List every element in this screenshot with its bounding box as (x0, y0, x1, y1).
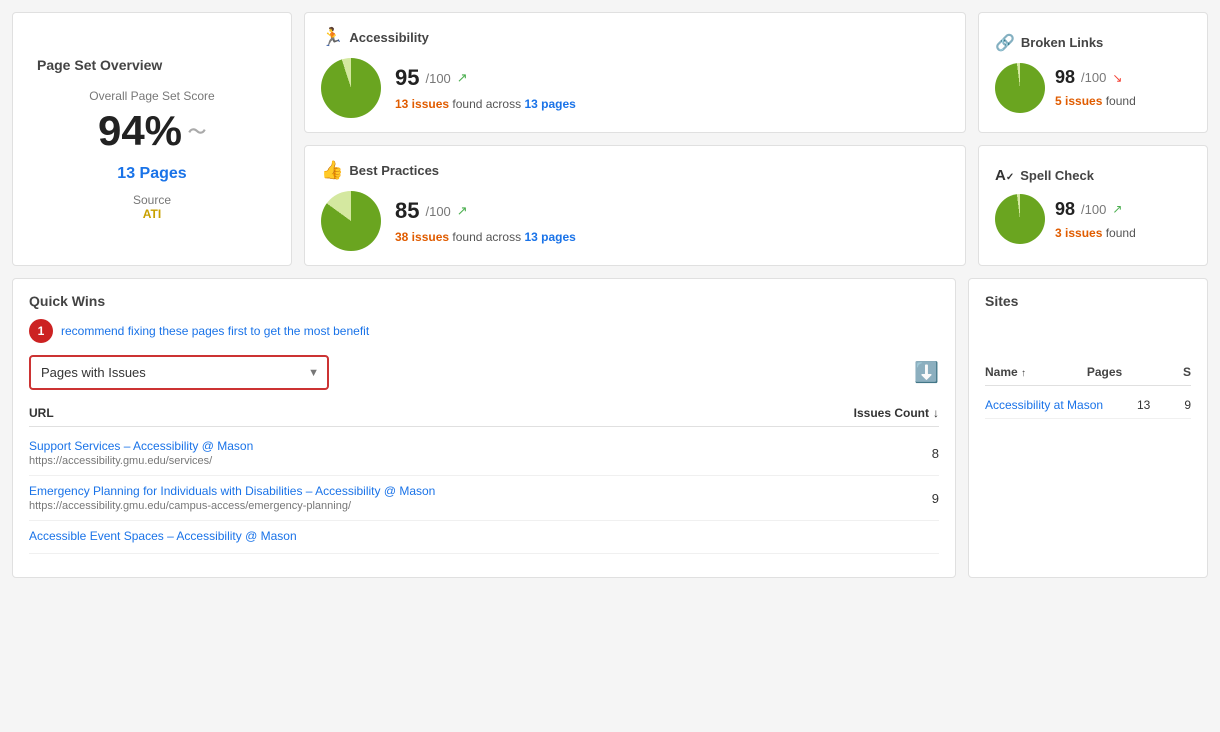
accessibility-title: Accessibility (349, 30, 429, 45)
sites-title: Sites (985, 293, 1191, 309)
table-header: URL Issues Count ↓ (29, 406, 939, 427)
quick-wins-card: Quick Wins 1 recommend fixing these page… (12, 278, 956, 578)
table-row: Emergency Planning for Individuals with … (29, 476, 939, 521)
accessibility-detail: 13 issues found across 13 pages (395, 97, 576, 111)
spell-check-score-max: /100 (1081, 202, 1106, 217)
sites-row: Accessibility at Mason 13 9 (985, 392, 1191, 419)
col-url-header: URL (29, 406, 54, 420)
spell-check-score: 98 (1055, 199, 1075, 220)
spell-check-info: 98 /100 ↗ 3 issues found (1055, 199, 1136, 240)
broken-links-title: Broken Links (1021, 35, 1103, 50)
accessibility-icon: 🏃 (321, 27, 343, 48)
broken-links-score: 98 (1055, 67, 1075, 88)
best-practices-score-max: /100 (425, 204, 450, 219)
best-practices-info: 85 /100 ↗ 38 issues found across 13 page… (395, 198, 576, 244)
accessibility-info: 95 /100 ↗ 13 issues found across 13 page… (395, 65, 576, 111)
badge-row: 1 recommend fixing these pages first to … (29, 319, 939, 343)
row-url: https://accessibility.gmu.edu/services/ (29, 455, 253, 467)
broken-links-circle (995, 63, 1045, 113)
spell-check-trend: ↗ (1112, 202, 1122, 216)
score-trend-icon: 〜 (188, 118, 206, 144)
quick-wins-title: Quick Wins (29, 293, 939, 309)
row-title[interactable]: Emergency Planning for Individuals with … (29, 484, 435, 498)
badge-number: 1 (29, 319, 53, 343)
spell-check-circle (995, 194, 1045, 244)
spell-check-detail: 3 issues found (1055, 226, 1136, 240)
best-practices-card: 👍 Best Practices 85 /100 ↗ 38 (304, 145, 966, 266)
broken-links-card: 🔗 Broken Links 98 /100 ↘ 5 iss (978, 12, 1208, 133)
download-icon[interactable]: ⬇️ (914, 360, 939, 385)
row-left: Support Services – Accessibility @ Mason… (29, 439, 253, 467)
best-practices-icon: 👍 (321, 160, 343, 181)
broken-links-detail: 5 issues found (1055, 94, 1136, 108)
row-count: 9 (932, 491, 939, 506)
accessibility-pages-link[interactable]: 13 pages (524, 97, 575, 111)
spell-check-card: A✓ Spell Check 98 /100 ↗ 3 issu (978, 145, 1208, 266)
metrics-group: 🏃 Accessibility 95 /100 ↗ 13 i (304, 12, 966, 266)
spell-check-icon: A✓ (995, 167, 1014, 184)
table-row: Support Services – Accessibility @ Mason… (29, 431, 939, 476)
pages-count[interactable]: 13 Pages (37, 165, 267, 183)
best-practices-trend: ↗ (457, 203, 468, 219)
best-practices-circle (321, 191, 381, 251)
page-set-overview-card: Page Set Overview Overall Page Set Score… (12, 12, 292, 266)
sort-name-icon[interactable]: ↑ (1021, 368, 1026, 379)
page-set-title: Page Set Overview (37, 57, 267, 73)
row-title[interactable]: Accessible Event Spaces – Accessibility … (29, 529, 297, 543)
col-issues-header: Issues Count ↓ (854, 406, 939, 420)
accessibility-issues-count[interactable]: 13 issues (395, 97, 449, 111)
row-title[interactable]: Support Services – Accessibility @ Mason (29, 439, 253, 453)
overall-label: Overall Page Set Score (37, 89, 267, 103)
best-practices-issues-count[interactable]: 38 issues (395, 230, 449, 244)
badge-text: recommend fixing these pages first to ge… (61, 324, 369, 338)
overall-score: 94% 〜 (37, 107, 267, 155)
row-count: 8 (932, 446, 939, 461)
accessibility-circle (321, 58, 381, 118)
spell-check-issues-count[interactable]: 3 issues (1055, 226, 1102, 240)
row-left: Emergency Planning for Individuals with … (29, 484, 435, 512)
best-practices-title: Best Practices (349, 163, 439, 178)
site-name[interactable]: Accessibility at Mason (985, 398, 1103, 412)
sites-card: Sites Name ↑ Pages S Accessibility at Ma… (968, 278, 1208, 578)
row-url: https://accessibility.gmu.edu/campus-acc… (29, 500, 435, 512)
site-pages: 13 (1137, 398, 1150, 412)
sort-issues-icon[interactable]: ↓ (933, 406, 939, 420)
table-row: Accessible Event Spaces – Accessibility … (29, 521, 939, 554)
sites-col-pages: Pages (1087, 365, 1122, 379)
spell-check-title: Spell Check (1020, 168, 1094, 183)
sites-col-name[interactable]: Name ↑ (985, 365, 1026, 379)
source-label: Source (37, 193, 267, 207)
broken-links-info: 98 /100 ↘ 5 issues found (1055, 67, 1136, 108)
best-practices-pages-link[interactable]: 13 pages (524, 230, 575, 244)
broken-links-issues-count[interactable]: 5 issues (1055, 94, 1102, 108)
best-practices-score: 85 (395, 198, 419, 224)
sites-table-header: Name ↑ Pages S (985, 365, 1191, 386)
dropdown-wrapper: Pages with Issues Pages with Errors Page… (29, 355, 329, 390)
badge-link[interactable]: recommend fixing these pages first to ge… (61, 324, 369, 338)
right-metrics-group: 🔗 Broken Links 98 /100 ↘ 5 iss (978, 12, 1208, 266)
accessibility-score-max: /100 (425, 71, 450, 86)
accessibility-card: 🏃 Accessibility 95 /100 ↗ 13 i (304, 12, 966, 133)
sites-col-s: S (1183, 365, 1191, 379)
row-left: Accessible Event Spaces – Accessibility … (29, 529, 297, 545)
source-value: ATI (37, 207, 267, 221)
pages-with-issues-dropdown[interactable]: Pages with Issues Pages with Errors Page… (29, 355, 329, 390)
site-s: 9 (1184, 398, 1191, 412)
accessibility-score: 95 (395, 65, 419, 91)
broken-links-score-max: /100 (1081, 70, 1106, 85)
best-practices-detail: 38 issues found across 13 pages (395, 230, 576, 244)
dropdown-row: Pages with Issues Pages with Errors Page… (29, 355, 939, 390)
broken-links-icon: 🔗 (995, 33, 1015, 53)
broken-links-trend: ↘ (1112, 71, 1122, 85)
accessibility-trend: ↗ (457, 70, 468, 86)
